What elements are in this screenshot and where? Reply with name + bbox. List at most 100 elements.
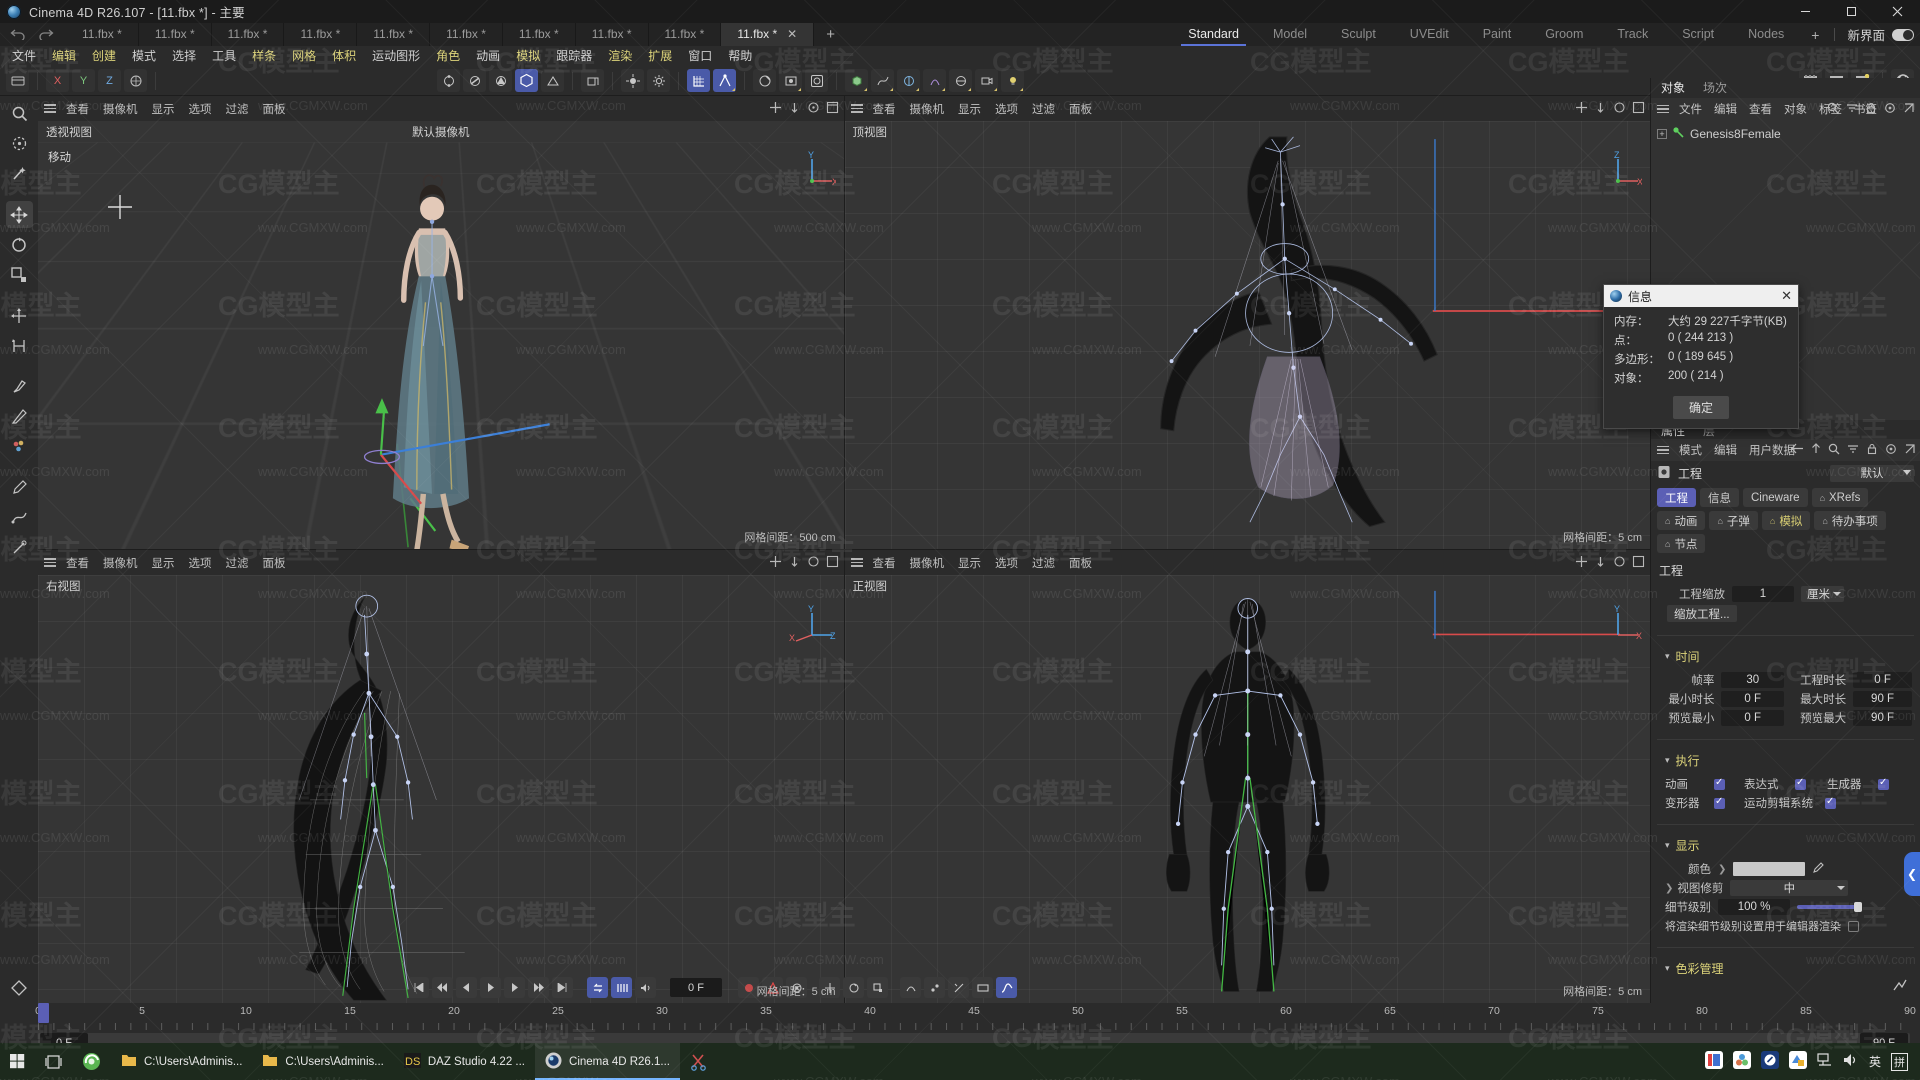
fps-field[interactable]: 30 (1721, 672, 1785, 688)
keyframe-mode-icon[interactable] (0, 979, 38, 997)
polygon-mode-button[interactable] (489, 69, 512, 92)
lod-slider[interactable] (1797, 902, 1862, 912)
lock-icon[interactable] (1865, 102, 1877, 117)
viewport-menu-panel[interactable]: 面板 (256, 555, 293, 571)
slider-knob[interactable] (1854, 902, 1862, 912)
spline-pen-tool-icon[interactable] (6, 504, 33, 531)
viewport-menu-options[interactable]: 选项 (182, 555, 219, 571)
add-generator-button[interactable] (897, 69, 920, 92)
attribute-tab-4[interactable]: ⌂ 动画 (1657, 511, 1706, 530)
viewport-canvas-perspective[interactable]: 透视视图 默认摄像机 移动 Y X 网格间距：500 cm (38, 121, 844, 549)
expand-icon[interactable] (1903, 102, 1915, 117)
snipping-tool-icon[interactable] (680, 1043, 718, 1080)
viewport-menu-camera[interactable]: 摄像机 (903, 555, 952, 571)
layout-tab-sculpt[interactable]: Sculpt (1324, 23, 1393, 46)
viewport-menu-burger-icon[interactable] (850, 558, 863, 567)
info-dialog-ok-button[interactable]: 确定 (1672, 396, 1729, 419)
network-icon[interactable] (1817, 1053, 1833, 1070)
attr-menu-edit[interactable]: 编辑 (1708, 442, 1743, 458)
menu-item-1[interactable]: 编辑 (44, 46, 84, 66)
menu-item-9[interactable]: 运动图形 (364, 46, 428, 66)
enable-axis-button[interactable] (621, 69, 644, 92)
search-icon[interactable] (1828, 443, 1840, 458)
color-swatch[interactable] (1733, 862, 1806, 876)
timeline-playhead[interactable] (38, 1003, 49, 1023)
pan-icon[interactable] (1575, 101, 1588, 117)
attribute-tab-5[interactable]: ⌂ 子弹 (1709, 511, 1758, 530)
filter-icon[interactable] (1847, 443, 1859, 458)
attribute-tab-0[interactable]: 工程 (1657, 488, 1696, 507)
taskbar-item-2[interactable]: DS DAZ Studio 4.22 ... (394, 1043, 535, 1080)
add-scene-object-button[interactable] (949, 69, 972, 92)
info-dialog[interactable]: 信息 ✕ 内存： 大约 29 227千字节(KB) 点： 0 ( 244 213 ) 多… (1603, 284, 1799, 429)
maximize-viewport-icon[interactable] (826, 555, 839, 571)
expand-toggle-icon[interactable]: + (1657, 129, 1667, 139)
menu-item-16[interactable]: 窗口 (680, 46, 720, 66)
om-menu-edit[interactable]: 编辑 (1708, 101, 1743, 117)
viewport-menu-burger-icon[interactable] (44, 104, 56, 113)
viewport-menu-burger-icon[interactable] (850, 104, 863, 113)
add-layout-button[interactable]: + (1801, 27, 1829, 43)
popout-icon[interactable] (1904, 443, 1916, 458)
menu-item-12[interactable]: 模拟 (508, 46, 548, 66)
up-arrow-icon[interactable] (1811, 443, 1821, 457)
menu-item-0[interactable]: 文件 (4, 46, 44, 66)
project-scale-unit-dropdown[interactable]: 厘米 (1801, 586, 1844, 602)
document-tab-8[interactable]: 11.fbx * (649, 23, 722, 46)
viewport-menu-camera[interactable]: 摄像机 (96, 555, 145, 571)
project-length-field[interactable]: 0 F (1853, 672, 1912, 688)
render-settings-button[interactable] (805, 69, 828, 92)
menu-item-4[interactable]: 选择 (164, 46, 204, 66)
snap-settings-button[interactable] (713, 69, 736, 92)
viewport-menu-burger-icon[interactable] (44, 558, 56, 567)
taskbar-item-3[interactable]: Cinema 4D R26.1... (535, 1043, 681, 1080)
back-arrow-icon[interactable] (1791, 443, 1804, 457)
new-ui-toggle[interactable] (1892, 28, 1914, 41)
viewport-right[interactable]: 查看 摄像机 显示 选项 过滤 面板 右视图 Y Z X 网格间距：5 cm (38, 550, 844, 1003)
orbit-icon[interactable] (1613, 555, 1626, 571)
om-menu-object[interactable]: 对象 (1778, 101, 1813, 117)
document-tab-6[interactable]: 11.fbx * (503, 23, 576, 46)
texture-mode-button[interactable] (541, 69, 564, 92)
menu-item-13[interactable]: 跟踪器 (548, 46, 600, 66)
document-tab-1[interactable]: 11.fbx * (139, 23, 212, 46)
axis-z-button[interactable]: Z (98, 69, 121, 92)
filter-icon[interactable] (1846, 102, 1858, 117)
render-region-button[interactable] (779, 69, 802, 92)
ime-pinyin-label[interactable]: 拼 (1891, 1052, 1908, 1071)
layout-tab-paint[interactable]: Paint (1466, 23, 1529, 46)
pan-icon[interactable] (769, 101, 782, 117)
menu-item-6[interactable]: 样条 (244, 46, 284, 66)
layout-tab-uvedit[interactable]: UVEdit (1393, 23, 1466, 46)
preview-max-field[interactable]: 90 F (1853, 710, 1912, 726)
start-button[interactable] (0, 1043, 35, 1080)
object-mode-button[interactable] (515, 69, 538, 92)
viewport-menu-options[interactable]: 选项 (988, 555, 1025, 571)
viewport-menu-camera[interactable]: 摄像机 (903, 101, 952, 117)
taskbar-item-0[interactable]: C:\Users\Adminis... (111, 1043, 252, 1080)
transform-tool-icon[interactable] (6, 332, 33, 359)
attribute-tab-7[interactable]: ⌂ 待办事项 (1814, 511, 1886, 530)
target-icon[interactable] (1885, 443, 1897, 458)
menu-item-14[interactable]: 渲染 (600, 46, 640, 66)
snap-enable-button[interactable] (687, 69, 710, 92)
time-section-header[interactable]: ▾ 时间 (1665, 643, 1912, 669)
brush-tool-icon[interactable] (6, 373, 33, 400)
viewport-menu-view[interactable]: 查看 (59, 555, 96, 571)
move-tool-icon[interactable] (5, 201, 33, 228)
add-light-button[interactable] (1001, 69, 1024, 92)
tab-objects[interactable]: 对象 (1661, 79, 1685, 98)
view-clipping-dropdown[interactable]: 中 (1730, 880, 1849, 896)
add-document-tab-button[interactable]: + (814, 23, 847, 46)
menu-item-7[interactable]: 网格 (284, 46, 324, 66)
add-deformer-button[interactable] (923, 69, 946, 92)
close-document-icon[interactable]: ✕ (787, 27, 797, 41)
browser-icon[interactable] (72, 1043, 111, 1080)
orbit-icon[interactable] (807, 555, 820, 571)
menu-item-17[interactable]: 帮助 (720, 46, 760, 66)
attr-menu-mode[interactable]: 模式 (1673, 442, 1708, 458)
layout-tab-standard[interactable]: Standard (1171, 23, 1256, 46)
menu-item-11[interactable]: 动画 (468, 46, 508, 66)
menu-item-10[interactable]: 角色 (428, 46, 468, 66)
viewport-menu-display[interactable]: 显示 (951, 555, 988, 571)
